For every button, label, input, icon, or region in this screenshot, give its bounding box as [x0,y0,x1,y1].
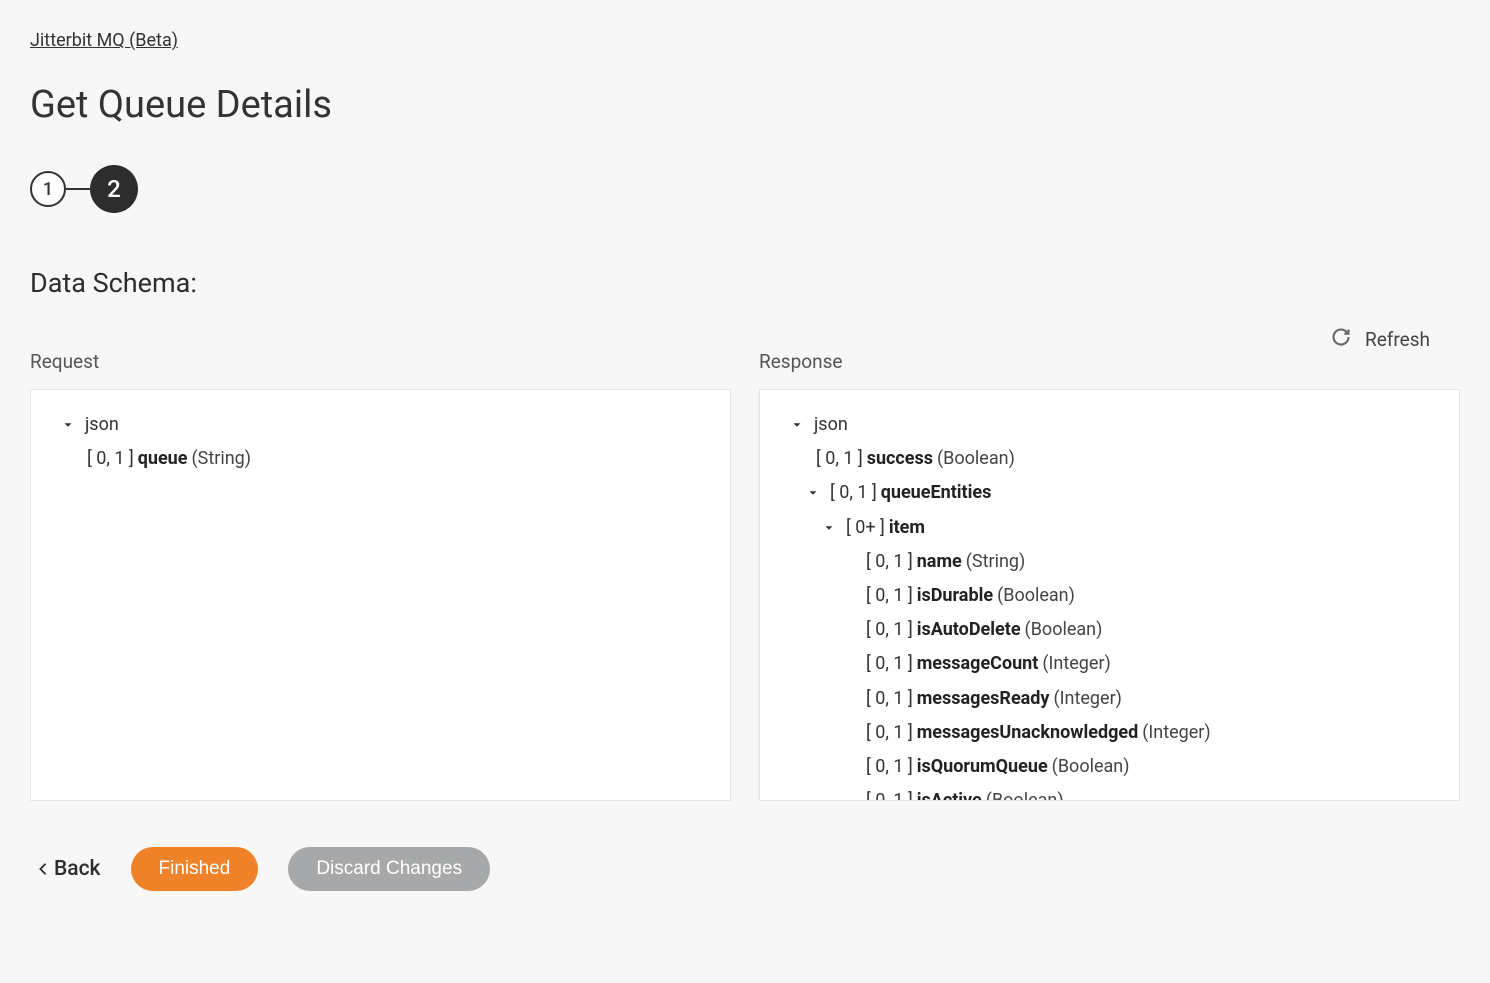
refresh-icon[interactable] [1331,327,1351,352]
discard-changes-button[interactable]: Discard Changes [288,847,490,891]
field-type: (String) [191,442,251,476]
cardinality: [ 0, 1 ] [830,476,877,510]
field-type: (Integer) [1054,682,1122,716]
tree-row-isautodelete[interactable]: [ 0, 1 ] isAutoDelete (Boolean) [774,613,1445,647]
chevron-down-icon[interactable] [804,486,822,500]
field-name: isAutoDelete [917,613,1021,647]
tree-row-item[interactable]: [ 0+ ] item [774,511,1445,545]
tree-row-messagecount[interactable]: [ 0, 1 ] messageCount (Integer) [774,647,1445,681]
cardinality: [ 0, 1 ] [816,442,863,476]
breadcrumb-link[interactable]: Jitterbit MQ (Beta) [30,30,178,51]
response-schema-box: json [ 0, 1 ] success (Boolean) [ 0, 1 ]… [759,389,1460,801]
cardinality: [ 0, 1 ] [866,682,913,716]
field-name: success [867,442,933,476]
step-2[interactable]: 2 [90,165,138,213]
chevron-left-icon [38,862,48,876]
field-type: (Boolean) [1052,750,1130,784]
chevron-down-icon[interactable] [820,521,838,535]
step-connector [66,188,90,190]
field-name: messagesReady [917,682,1050,716]
field-name: name [917,545,962,579]
step-1[interactable]: 1 [30,171,66,207]
chevron-down-icon[interactable] [788,418,806,432]
cardinality: [ 0, 1 ] [866,579,913,613]
tree-row-messagesunack[interactable]: [ 0, 1 ] messagesUnacknowledged (Integer… [774,716,1445,750]
tree-row-success[interactable]: [ 0, 1 ] success (Boolean) [774,442,1445,476]
field-name: isQuorumQueue [917,750,1048,784]
tree-row-isquorumqueue[interactable]: [ 0, 1 ] isQuorumQueue (Boolean) [774,750,1445,784]
cardinality: [ 0+ ] [846,511,885,545]
field-type: (Boolean) [986,784,1064,801]
field-type: (Boolean) [937,442,1015,476]
field-type: (Boolean) [1025,613,1103,647]
cardinality: [ 0, 1 ] [866,647,913,681]
finished-button[interactable]: Finished [131,847,259,891]
field-name: queue [138,442,188,476]
tree-label: json [85,408,119,442]
field-name: messageCount [917,647,1039,681]
cardinality: [ 0, 1 ] [866,545,913,579]
back-label: Back [54,857,101,881]
field-name: item [889,511,925,545]
field-name: isActive [917,784,982,801]
tree-row-queue[interactable]: [ 0, 1 ] queue (String) [45,442,716,476]
chevron-down-icon[interactable] [59,418,77,432]
cardinality: [ 0, 1 ] [866,716,913,750]
cardinality: [ 0, 1 ] [87,442,134,476]
page-title: Get Queue Details [30,83,1460,127]
field-type: (Integer) [1042,647,1110,681]
response-column-title: Response [759,350,1460,373]
cardinality: [ 0, 1 ] [866,750,913,784]
tree-row-queueentities[interactable]: [ 0, 1 ] queueEntities [774,476,1445,510]
field-type: (Integer) [1142,716,1210,750]
tree-row-json[interactable]: json [45,408,716,442]
field-type: (String) [966,545,1026,579]
back-button[interactable]: Back [38,857,101,881]
request-schema-box: json [ 0, 1 ] queue (String) [30,389,731,801]
request-column-title: Request [30,350,731,373]
tree-row-json[interactable]: json [774,408,1445,442]
section-title: Data Schema: [30,267,1460,299]
tree-row-isdurable[interactable]: [ 0, 1 ] isDurable (Boolean) [774,579,1445,613]
field-name: messagesUnacknowledged [917,716,1139,750]
tree-label: json [814,408,848,442]
field-name: isDurable [917,579,993,613]
tree-row-messagesready[interactable]: [ 0, 1 ] messagesReady (Integer) [774,682,1445,716]
field-name: queueEntities [881,476,992,510]
tree-row-isactive[interactable]: [ 0, 1 ] isActive (Boolean) [774,784,1445,801]
refresh-label[interactable]: Refresh [1365,328,1430,351]
tree-row-name[interactable]: [ 0, 1 ] name (String) [774,545,1445,579]
field-type: (Boolean) [997,579,1075,613]
cardinality: [ 0, 1 ] [866,784,913,801]
cardinality: [ 0, 1 ] [866,613,913,647]
stepper: 1 2 [30,165,1460,213]
